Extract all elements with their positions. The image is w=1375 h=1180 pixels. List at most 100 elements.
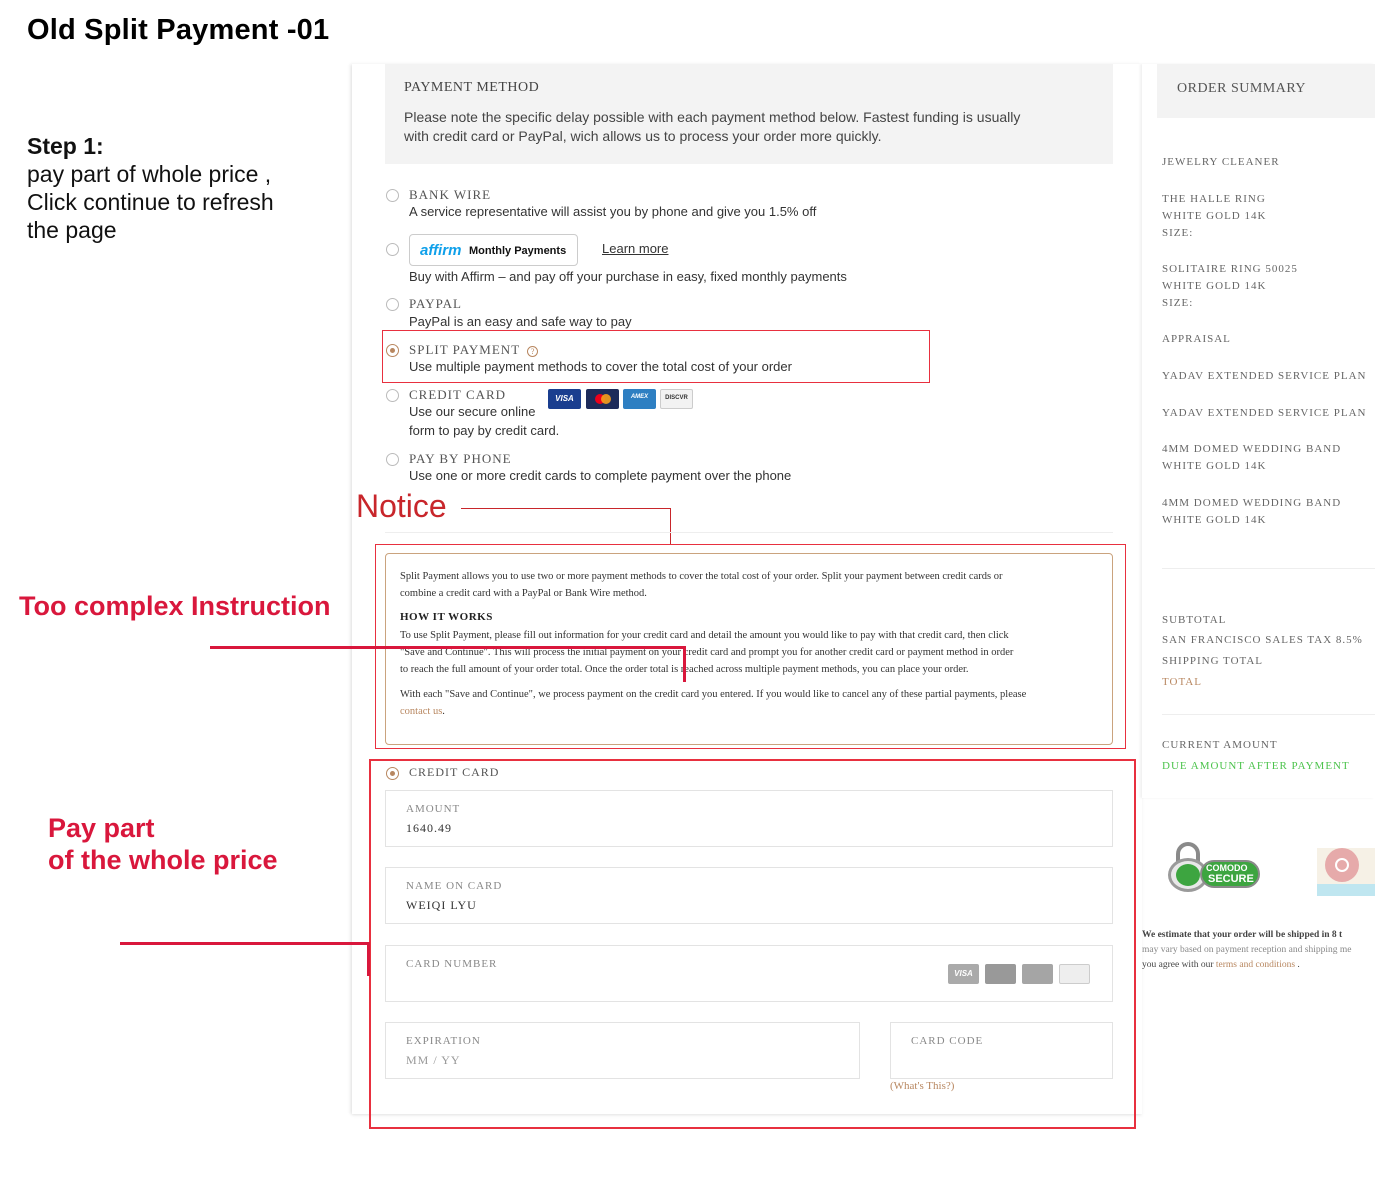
order-item-line: 4MM DOMED WEDDING BAND (1162, 497, 1342, 509)
comodo-secure-badge: COMODO SECURE (1168, 842, 1262, 894)
name-label: NAME ON CARD (406, 880, 503, 892)
mastercard-logo-icon (985, 964, 1016, 984)
shipping-total-label: SHIPPING TOTAL (1162, 655, 1264, 667)
learn-more-link[interactable]: Learn more (602, 241, 668, 256)
affirm-radio[interactable] (386, 243, 399, 256)
order-item: YADAV EXTENDED SERVICE PLAN (1162, 405, 1366, 422)
expiration-field[interactable]: EXPIRATION MM / YY (385, 1022, 860, 1079)
desc-line: Please note the specific delay possible … (404, 109, 1021, 125)
page-title: Old Split Payment -01 (27, 14, 330, 46)
amount-value: 1640.49 (406, 821, 452, 835)
card-code-field[interactable]: CARD CODE (890, 1022, 1113, 1079)
step-line: the page (27, 217, 117, 243)
affirm-badge[interactable]: affirm Monthly Payments (409, 234, 578, 266)
split-payment-title: SPLIT PAYMENT ? (409, 342, 539, 358)
order-item: 4MM DOMED WEDDING BAND WHITE GOLD 14K (1162, 441, 1341, 475)
order-item-line: WHITE GOLD 14K (1162, 280, 1267, 292)
pay-part-annotation: Pay part of the whole price (48, 812, 278, 876)
name-value: WEIQI LYU (406, 898, 477, 912)
credit-card-radio[interactable] (386, 389, 399, 402)
paypal-desc: PayPal is an easy and safe way to pay (409, 314, 632, 329)
divider (385, 532, 1113, 533)
paypal-title: PAYPAL (409, 296, 462, 311)
pay-by-phone-desc: Use one or more credit cards to complete… (409, 468, 792, 483)
contact-us-link[interactable]: contact us (400, 706, 442, 717)
pay-by-phone-title: PAY BY PHONE (409, 451, 512, 466)
too-complex-pointer (683, 646, 686, 682)
name-on-card-field[interactable]: NAME ON CARD WEIQI LYU (385, 867, 1113, 924)
bank-wire-title: BANK WIRE (409, 187, 492, 202)
card-logo-text: VISA (954, 969, 973, 978)
order-summary-title: ORDER SUMMARY (1177, 81, 1307, 96)
pay-by-phone-radio[interactable] (386, 453, 399, 466)
desc-line: with credit card or PayPal, wich allows … (404, 128, 882, 144)
paypal-radio[interactable] (386, 298, 399, 311)
order-item-line: WHITE GOLD 14K (1162, 210, 1267, 222)
notice-connector (461, 508, 671, 509)
notice-line: combine a credit card with a PayPal or B… (400, 588, 647, 599)
discover-logo-icon (1059, 964, 1090, 984)
notice-paragraph: To use Split Payment, please fill out in… (400, 627, 1100, 678)
too-complex-pointer (210, 646, 686, 649)
order-item: YADAV EXTENDED SERVICE PLAN (1162, 368, 1366, 385)
shipping-estimate-line: may vary based on payment reception and … (1142, 945, 1352, 955)
order-item: JEWELRY CLEANER (1162, 154, 1280, 171)
help-icon[interactable]: ? (527, 346, 539, 357)
visa-logo-icon: VISA (948, 964, 979, 984)
split-payment-radio[interactable] (386, 344, 399, 357)
split-payment-desc: Use multiple payment methods to cover th… (409, 359, 792, 374)
notice-paragraph: With each "Save and Continue", we proces… (400, 686, 1100, 720)
order-item-line: 4MM DOMED WEDDING BAND (1162, 443, 1342, 455)
order-item: SOLITAIRE RING 50025 WHITE GOLD 14K SIZE… (1162, 261, 1298, 312)
order-item-line: SOLITAIRE RING 50025 (1162, 263, 1298, 275)
card-form-radio[interactable] (386, 767, 399, 780)
divider (1162, 714, 1375, 715)
order-item-line: THE HALLE RING (1162, 193, 1266, 205)
shipping-estimate-line: you agree with our (1142, 960, 1214, 970)
notice-connector (670, 508, 671, 544)
whats-this-link[interactable]: (What's This?) (890, 1080, 954, 1092)
discover-logo-icon: DISCVR (660, 389, 693, 409)
affirm-desc: Buy with Affirm – and pay off your purch… (409, 269, 847, 284)
order-item-line: APPRAISAL (1162, 333, 1231, 345)
order-item-line: WHITE GOLD 14K (1162, 460, 1267, 472)
too-complex-annotation: Too complex Instruction (19, 591, 331, 621)
due-amount-label: DUE AMOUNT AFTER PAYMENT (1162, 760, 1350, 772)
card-logo-text: AMEX (630, 394, 649, 400)
order-item-line: SIZE: (1162, 297, 1194, 309)
shipping-estimate-line: We estimate that your order will be ship… (1142, 930, 1343, 940)
affirm-label: Monthly Payments (469, 245, 567, 257)
credit-card-title: CREDIT CARD (409, 387, 507, 402)
pay-part-pointer (120, 942, 370, 945)
badge-top-text: COMODO (1206, 863, 1248, 873)
amount-field[interactable]: AMOUNT 1640.49 (385, 790, 1113, 847)
card-number-field[interactable]: CARD NUMBER VISA (385, 945, 1113, 1002)
shipping-estimate: We estimate that your order will be ship… (1142, 928, 1375, 973)
current-amount-label: CURRENT AMOUNT (1162, 739, 1278, 751)
notice-line: With each "Save and Continue", we proces… (400, 689, 1027, 700)
notice-paragraph: Split Payment allows you to use two or m… (400, 568, 1100, 602)
card-form-title: CREDIT CARD (409, 765, 500, 779)
expiration-label: EXPIRATION (406, 1035, 481, 1047)
affirm-logo: affirm (420, 242, 462, 259)
split-title-text: SPLIT PAYMENT (409, 342, 520, 357)
mastercard-logo-icon (586, 389, 619, 409)
order-item-line: YADAV EXTENDED SERVICE PLAN (1162, 370, 1367, 382)
notice-line: To use Split Payment, please fill out in… (400, 630, 1009, 641)
step-line: Click continue to refresh (27, 189, 274, 215)
trust-seal-icon (1317, 848, 1375, 896)
card-number-label: CARD NUMBER (406, 958, 498, 970)
notice-line: to reach the full amount of your order t… (400, 664, 969, 675)
total-label: TOTAL (1162, 676, 1202, 688)
card-code-label: CARD CODE (911, 1035, 984, 1047)
order-item: THE HALLE RING WHITE GOLD 14K SIZE: (1162, 191, 1266, 242)
step-line: pay part of whole price , (27, 161, 272, 187)
order-item-line: YADAV EXTENDED SERVICE PLAN (1162, 407, 1367, 419)
step-title: Step 1: (27, 133, 104, 159)
bank-wire-radio[interactable] (386, 189, 399, 202)
terms-link[interactable]: terms and conditions (1216, 960, 1295, 970)
pay-part-line: of the whole price (48, 845, 278, 875)
credit-card-desc-line: form to pay by credit card. (409, 423, 560, 438)
payment-method-title: PAYMENT METHOD (404, 80, 540, 95)
sales-tax-label: SAN FRANCISCO SALES TAX 8.5% (1162, 634, 1363, 646)
